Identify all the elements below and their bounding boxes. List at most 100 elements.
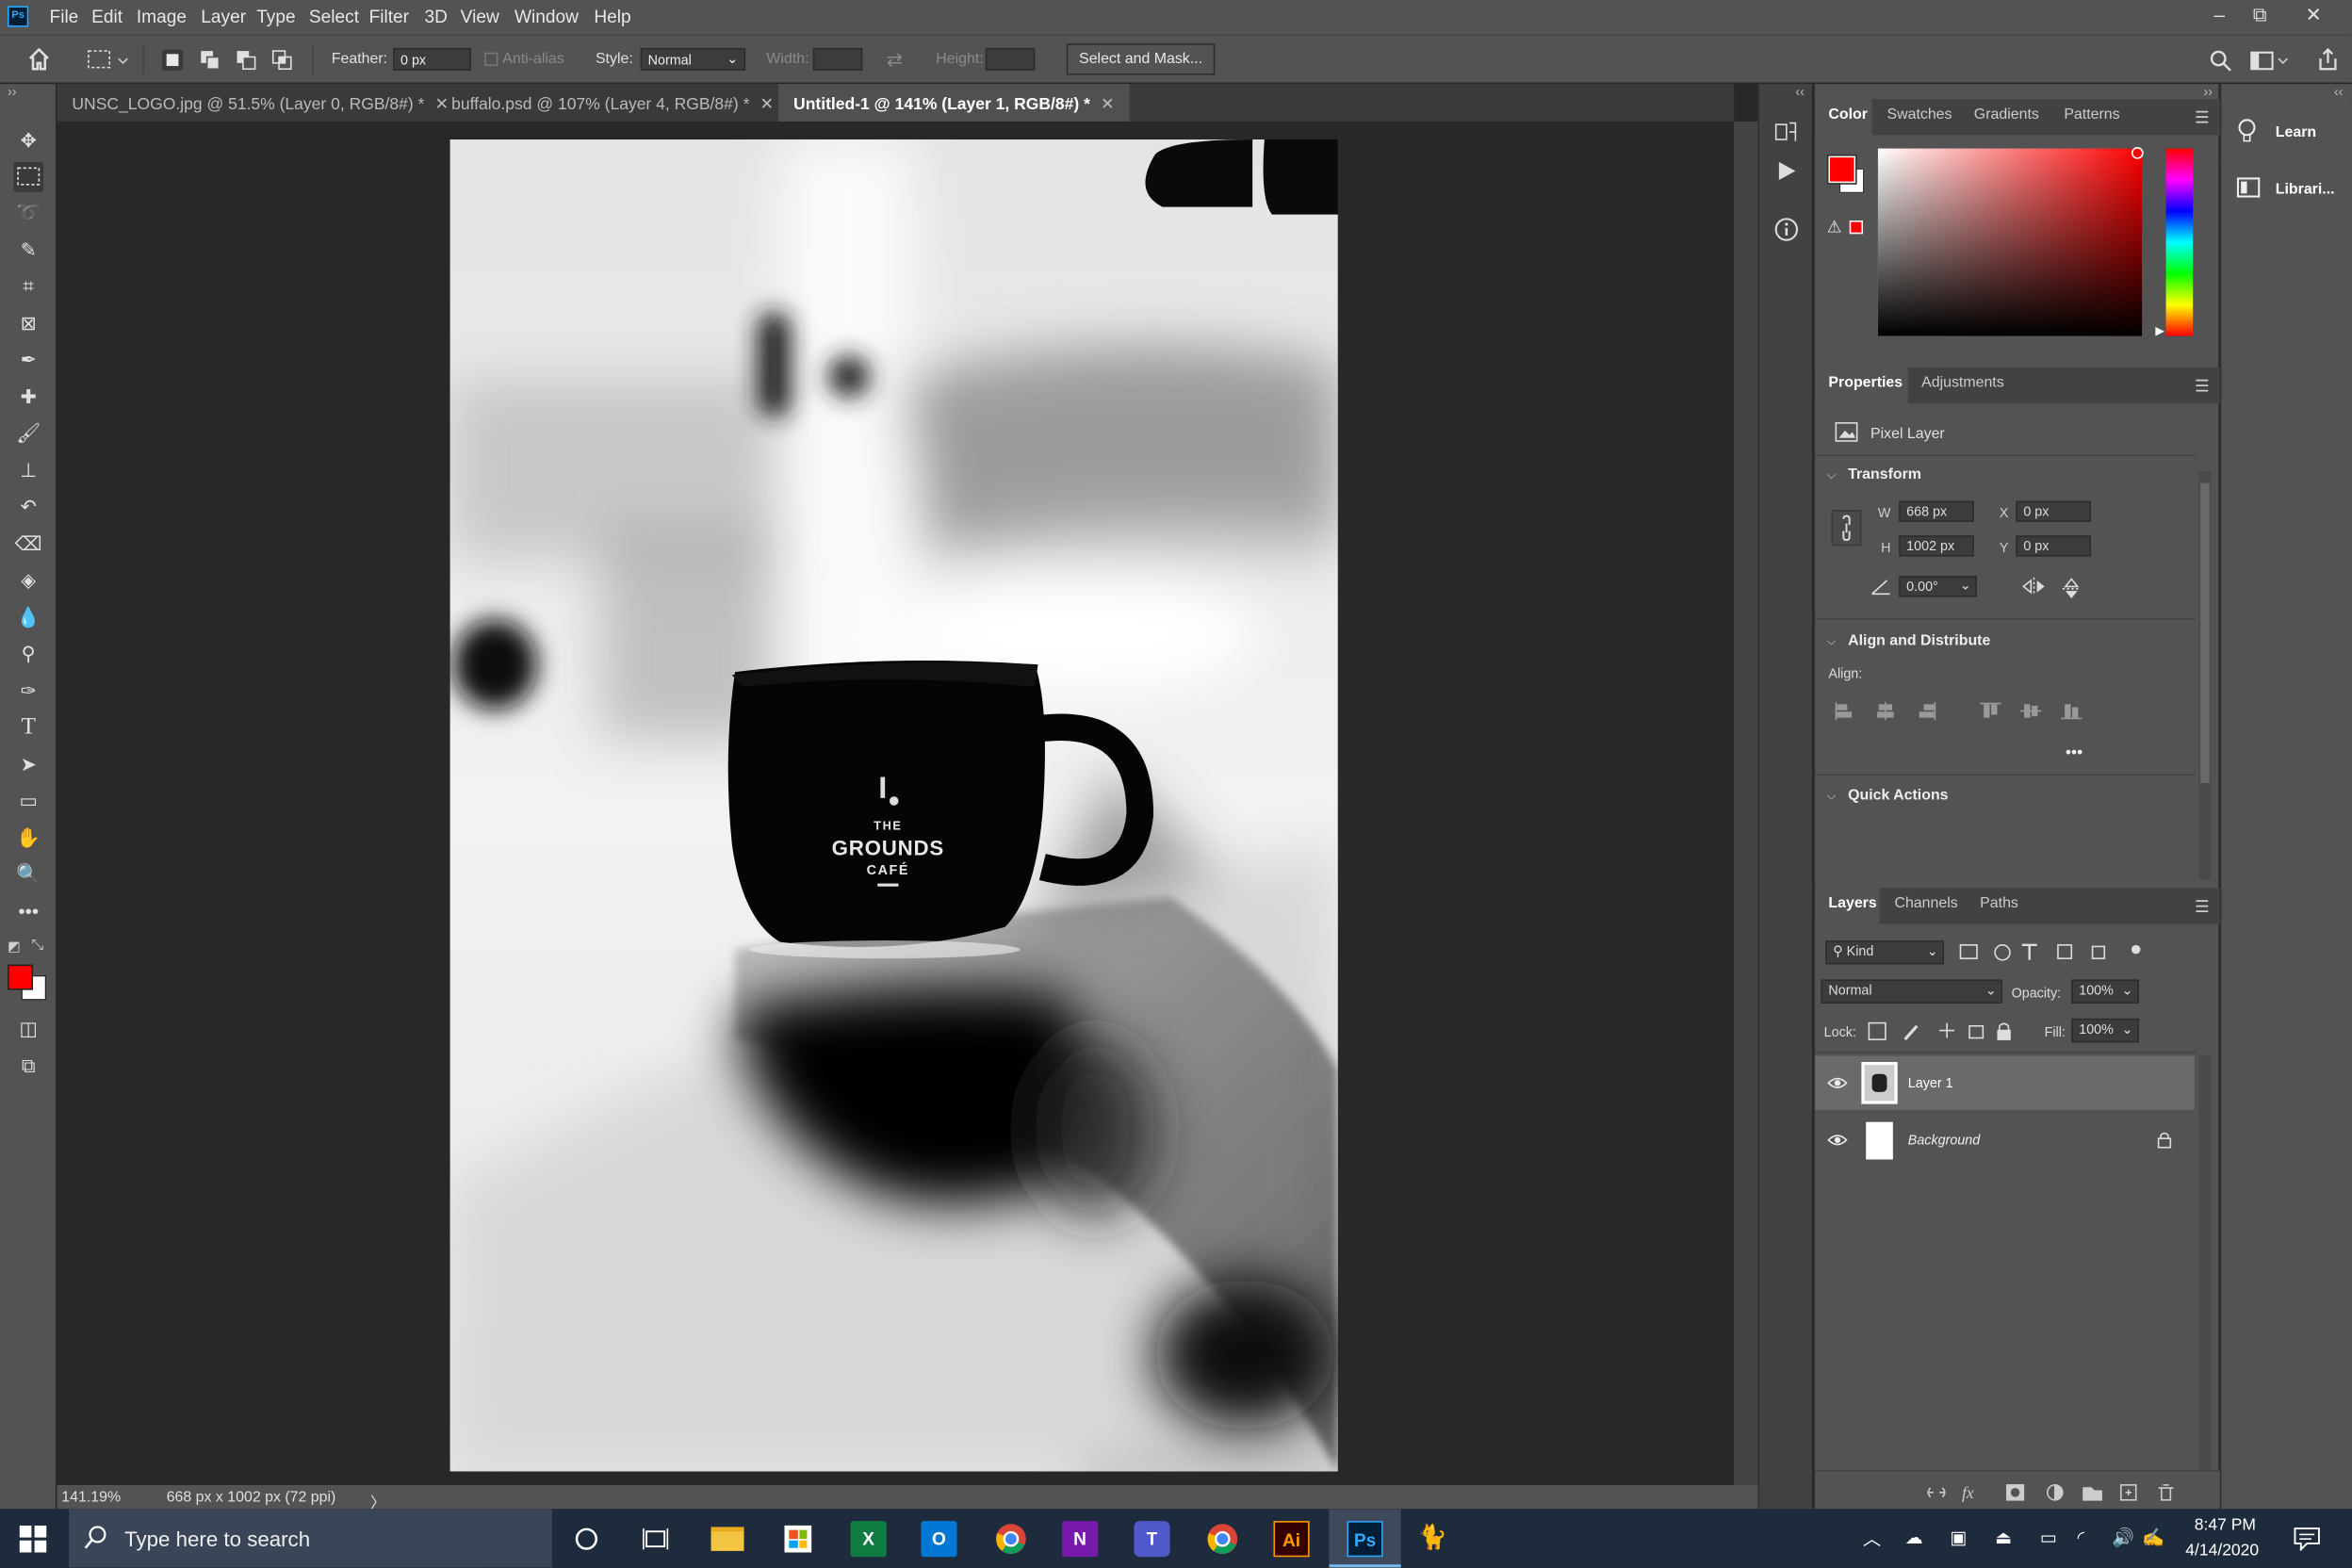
layers-scrollbar[interactable] xyxy=(2198,1055,2212,1470)
pen-icon[interactable]: ✍ xyxy=(2142,1527,2164,1547)
tab-properties[interactable]: Properties xyxy=(1828,375,1903,392)
color-picker-cursor[interactable] xyxy=(2131,146,2144,159)
workspace-icon[interactable] xyxy=(2250,50,2289,73)
canvas-vertical-scrollbar[interactable] xyxy=(1734,121,1758,1485)
hand-tool-icon[interactable]: ✋ xyxy=(13,824,43,854)
angle-field[interactable]: 0.00° ⌄ xyxy=(1899,576,1977,597)
eraser-tool-icon[interactable]: ⌫ xyxy=(13,530,43,560)
tab-unsc-logo[interactable]: UNSC_LOGO.jpg @ 51.5% (Layer 0, RGB/8#) … xyxy=(57,84,464,122)
chrome-icon[interactable] xyxy=(993,1521,1029,1557)
select-and-mask-button[interactable]: Select and Mask... xyxy=(1066,43,1216,75)
collapse-icon[interactable]: ‹‹ xyxy=(2334,84,2344,99)
style-select[interactable]: Normal ⌄ xyxy=(640,47,746,71)
menu-type[interactable]: Type xyxy=(256,6,295,26)
usb-icon[interactable]: ⏏ xyxy=(1995,1527,2012,1547)
clock-time[interactable]: 8:47 PM xyxy=(2195,1516,2256,1534)
layer-name[interactable]: Background xyxy=(1908,1133,1980,1148)
path-selection-tool-icon[interactable]: ➤ xyxy=(13,750,43,780)
tab-untitled-1[interactable]: Untitled-1 @ 141% (Layer 1, RGB/8#) * ✕ xyxy=(778,84,1130,122)
zoom-tool-icon[interactable]: 🔍 xyxy=(13,859,43,890)
excel-icon[interactable]: X xyxy=(850,1521,887,1558)
width-input[interactable] xyxy=(812,47,863,71)
tab-patterns[interactable]: Patterns xyxy=(2064,106,2119,123)
color-picker-field[interactable] xyxy=(1877,148,2143,336)
wifi-icon[interactable]: ◜ xyxy=(2078,1527,2084,1547)
minimize-button[interactable]: – xyxy=(2213,3,2225,25)
menu-file[interactable]: File xyxy=(50,6,79,26)
default-colors-icon[interactable]: ◩ xyxy=(8,939,21,956)
home-icon[interactable] xyxy=(27,47,51,71)
height-field[interactable]: 1002 px xyxy=(1899,535,1974,557)
foreground-color-swatch[interactable] xyxy=(7,964,34,990)
blur-tool-icon[interactable]: 💧 xyxy=(13,603,43,633)
chevron-down-icon[interactable]: ⌵ xyxy=(1827,634,1837,649)
type-tool-icon[interactable]: T xyxy=(13,712,43,743)
lasso-tool-icon[interactable]: ➰ xyxy=(13,198,43,228)
outlook-icon[interactable]: O xyxy=(921,1521,957,1558)
opacity-field[interactable]: 100% ⌄ xyxy=(2071,979,2139,1004)
menu-window[interactable]: Window xyxy=(514,6,579,26)
layers-panel-menu-icon[interactable]: ☰ xyxy=(2195,897,2210,916)
flip-horizontal-icon[interactable] xyxy=(2020,576,2048,596)
fill-field[interactable]: 100% ⌄ xyxy=(2071,1018,2139,1043)
x-field[interactable]: 0 px xyxy=(2016,500,2091,522)
cortana-icon[interactable] xyxy=(575,1527,598,1550)
hue-slider[interactable] xyxy=(2165,148,2194,336)
width-field[interactable]: 668 px xyxy=(1899,500,1974,522)
new-selection-button[interactable] xyxy=(161,49,184,71)
libraries-button[interactable]: Librari... xyxy=(2221,160,2352,215)
height-input[interactable] xyxy=(985,47,1036,71)
pen-tool-icon[interactable]: ✑ xyxy=(13,677,43,707)
transform-section-title[interactable]: Transform xyxy=(1848,466,1921,483)
menu-select[interactable]: Select xyxy=(309,6,359,26)
layer-row-background[interactable]: Background xyxy=(1815,1113,2195,1167)
tab-paths[interactable]: Paths xyxy=(1980,895,2018,912)
search-icon[interactable] xyxy=(2210,50,2232,73)
chrome-icon-2[interactable] xyxy=(1204,1521,1240,1557)
tab-gradients[interactable]: Gradients xyxy=(1974,106,2039,123)
onedrive-icon[interactable]: ☁ xyxy=(1905,1527,1929,1547)
file-explorer-icon[interactable] xyxy=(710,1521,745,1557)
paint-bucket-tool-icon[interactable]: ◈ xyxy=(13,565,43,596)
expand-icon[interactable]: ‹‹ xyxy=(1795,84,1805,99)
actions-play-icon[interactable] xyxy=(1774,159,1798,183)
lock-icon[interactable] xyxy=(2157,1131,2172,1149)
notification-center-icon[interactable] xyxy=(2294,1527,2321,1551)
blend-mode-select[interactable]: Normal ⌄ xyxy=(1821,979,2003,1004)
cat-app-icon[interactable]: 🐈 xyxy=(1414,1521,1450,1557)
anti-alias-checkbox[interactable] xyxy=(484,52,498,67)
tab-buffalo[interactable]: buffalo.psd @ 107% (Layer 4, RGB/8#) * ✕ xyxy=(436,84,789,122)
clock-date[interactable]: 4/14/2020 xyxy=(2185,1542,2259,1560)
tab-layers[interactable]: Layers xyxy=(1828,895,1876,912)
photoshop-taskbar-active[interactable]: Ps xyxy=(1329,1509,1401,1568)
align-section-title[interactable]: Align and Distribute xyxy=(1848,633,1990,650)
frame-tool-icon[interactable]: ⊠ xyxy=(13,309,43,339)
swap-colors-icon[interactable]: ⤡ xyxy=(31,938,43,955)
properties-panel-menu-icon[interactable]: ☰ xyxy=(2195,377,2210,396)
lock-icons[interactable] xyxy=(1868,1021,2012,1042)
y-field[interactable]: 0 px xyxy=(2016,535,2091,557)
onenote-icon[interactable]: N xyxy=(1061,1521,1099,1558)
chevron-down-icon[interactable]: ⌵ xyxy=(1827,468,1837,483)
color-fg-swatch[interactable] xyxy=(1826,154,1857,185)
document-canvas[interactable]: THE GROUNDS CAFÉ xyxy=(449,139,1338,1472)
gamut-color-swatch[interactable] xyxy=(1849,220,1864,235)
windows-start-icon[interactable] xyxy=(19,1525,47,1553)
screen-mode-icon[interactable]: ⧉ xyxy=(13,1052,43,1082)
hue-slider-handle[interactable]: ▶ xyxy=(2155,324,2164,337)
history-panel-icon[interactable] xyxy=(1774,120,1798,143)
illustrator-icon[interactable]: Ai xyxy=(1273,1521,1310,1558)
share-icon[interactable] xyxy=(2316,47,2340,72)
info-icon[interactable] xyxy=(1773,216,1801,243)
feather-input[interactable]: 0 px xyxy=(393,47,471,71)
quick-mask-icon[interactable]: ◫ xyxy=(13,1014,43,1044)
layer-filter-kind[interactable]: ⚲ Kind ⌄ xyxy=(1825,940,1944,965)
tab-adjustments[interactable]: Adjustments xyxy=(1921,375,2004,392)
add-to-selection-icon[interactable] xyxy=(200,50,220,71)
properties-scrollbar[interactable] xyxy=(2198,470,2212,879)
history-brush-tool-icon[interactable]: ↶ xyxy=(13,492,43,522)
menu-filter[interactable]: Filter xyxy=(369,6,409,26)
restore-button[interactable]: ⧉ xyxy=(2253,3,2267,26)
tab-color[interactable]: Color xyxy=(1828,106,1868,123)
swap-dimensions-icon[interactable]: ⇄ xyxy=(887,48,903,72)
